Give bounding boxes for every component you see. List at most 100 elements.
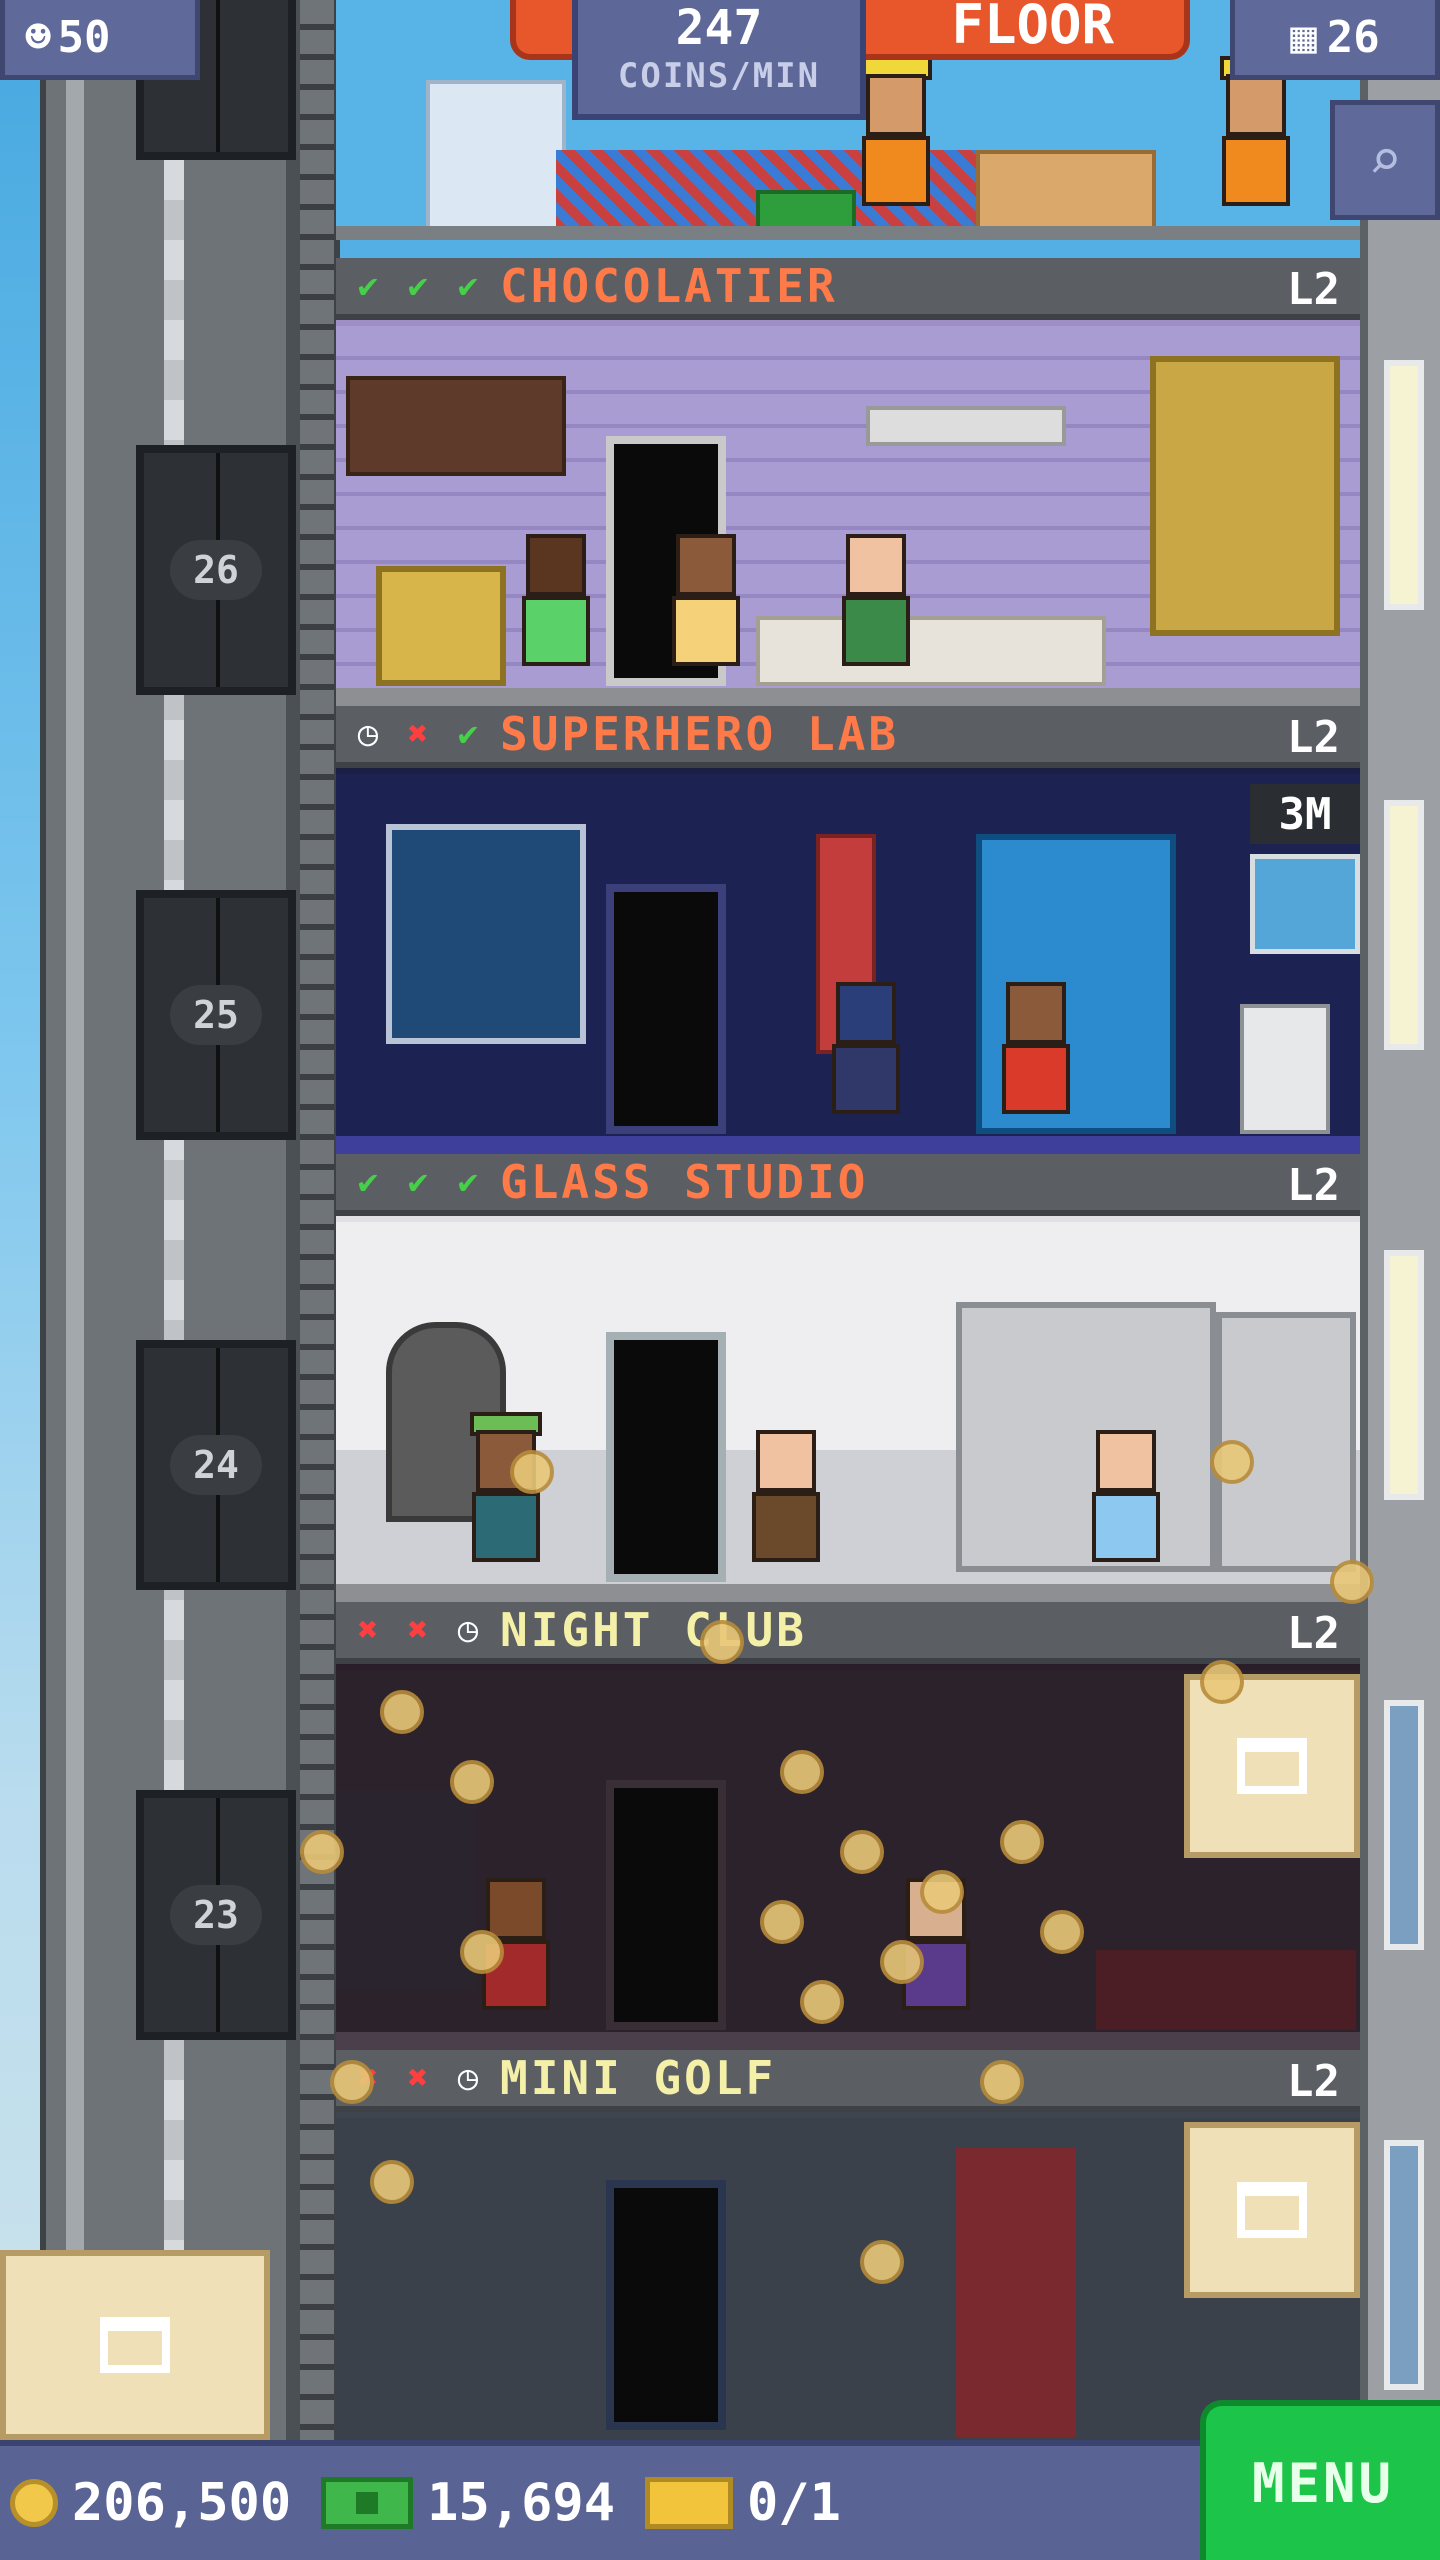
cross-icon: ✖ (407, 1610, 429, 1650)
search-floor-button[interactable]: ⌕ (1330, 100, 1440, 220)
elevator-cable (164, 0, 184, 2450)
bux-value: 15,694 (427, 2473, 615, 2533)
resident-body (472, 1492, 540, 1562)
bux-balance[interactable]: 15,694 (321, 2473, 615, 2533)
elevator-door-floor-24[interactable]: 24 (136, 1340, 296, 1590)
floor-superhero-lab[interactable]: ◷ ✖ ✔ SUPERHERO LAB L2 3M (336, 706, 1360, 1154)
check-icon: ✔ (407, 266, 429, 306)
window (1384, 1250, 1424, 1500)
coin-icon[interactable] (460, 1930, 504, 1974)
window (1384, 360, 1424, 610)
resident[interactable] (836, 534, 916, 684)
door (606, 1780, 726, 2030)
clock-icon: ◷ (457, 2058, 479, 2098)
lobby-crate-button[interactable] (0, 2250, 270, 2440)
ticket-balance[interactable]: 0/1 (645, 2473, 841, 2533)
crate-icon (100, 2317, 170, 2373)
check-icon: ✔ (357, 1162, 379, 1202)
floor-name: CHOCOLATIER (500, 259, 838, 313)
floor-slab (336, 1136, 1360, 1154)
coin-icon[interactable] (980, 2060, 1024, 2104)
glass-panel (426, 80, 566, 230)
chocolate-tank (1150, 356, 1340, 636)
construction-worker[interactable] (856, 56, 936, 224)
cross-icon: ✖ (407, 714, 429, 754)
floor-level: L2 (1287, 712, 1340, 763)
coin-icon[interactable] (920, 1870, 964, 1914)
bar-shelf (336, 1790, 476, 1990)
resident-body (752, 1492, 820, 1562)
stock-status: ✔ ✔ ✔ (346, 264, 490, 308)
room-interior (336, 1222, 1360, 1602)
floor-header: ✔ ✔ ✔ GLASS STUDIO L2 (336, 1154, 1360, 1216)
coin-icon[interactable] (330, 2060, 374, 2104)
coin-icon[interactable] (1330, 1560, 1374, 1604)
coin-icon[interactable] (700, 1620, 744, 1664)
window (1384, 800, 1424, 1050)
elevator-door-floor-23[interactable]: 23 (136, 1790, 296, 2040)
floor-name: MINI GOLF (500, 2051, 777, 2105)
floor-header: ✖ ✖ ◷ MINI GOLF L2 (336, 2050, 1360, 2112)
elevator-door-floor-26[interactable]: 26 (136, 445, 296, 695)
supply-crate-button[interactable] (1184, 2122, 1360, 2298)
coin-icon[interactable] (300, 1830, 344, 1874)
coin-icon[interactable] (840, 1830, 884, 1874)
coin-icon[interactable] (510, 1450, 554, 1494)
coin-icon[interactable] (780, 1750, 824, 1794)
worker-body (862, 136, 930, 206)
chocolate-shelf (346, 376, 566, 476)
resident-body (832, 1044, 900, 1114)
coin-icon[interactable] (860, 2240, 904, 2284)
floor-level: L2 (1287, 264, 1340, 315)
floor-counter[interactable]: ▦ 26 (1230, 0, 1440, 80)
ticket-value: 0/1 (747, 2473, 841, 2533)
resident-hero[interactable] (996, 982, 1076, 1132)
building-icon: ▦ (1290, 12, 1317, 63)
floor-level: L2 (1287, 1160, 1340, 1211)
coin-icon[interactable] (1200, 1660, 1244, 1704)
coins-balance[interactable]: 206,500 (10, 2473, 291, 2533)
coin-icon[interactable] (1000, 1820, 1044, 1864)
coin-icon[interactable] (1040, 1910, 1084, 1954)
room-interior (336, 326, 1360, 706)
coin-icon (10, 2479, 58, 2527)
resident[interactable] (666, 534, 746, 684)
floor-mini-golf[interactable]: ✖ ✖ ◷ MINI GOLF L2 (336, 2050, 1360, 2450)
check-icon: ✔ (457, 1162, 479, 1202)
resident-head (676, 534, 736, 596)
resident-delivery[interactable] (746, 1430, 826, 1580)
coin-icon[interactable] (800, 1980, 844, 2024)
resident-head (526, 534, 586, 596)
coin-icon[interactable] (1210, 1440, 1254, 1484)
floor-glass-studio[interactable]: ✔ ✔ ✔ GLASS STUDIO L2 (336, 1154, 1360, 1602)
resident-head (756, 1430, 816, 1492)
resident-head (1006, 982, 1066, 1044)
resident[interactable] (516, 534, 596, 684)
coin-icon[interactable] (370, 2160, 414, 2204)
population-counter[interactable]: ☻ 50 (0, 0, 200, 80)
building-edge (1360, 0, 1440, 2450)
chocolate-pot (376, 566, 506, 686)
resident-body (1002, 1044, 1070, 1114)
resident-head (846, 534, 906, 596)
person-icon: ☻ (25, 12, 52, 63)
supply-crate-button[interactable] (1184, 1674, 1360, 1858)
menu-button[interactable]: MENU (1200, 2400, 1440, 2560)
coin-icon[interactable] (450, 1760, 494, 1804)
coin-icon[interactable] (760, 1900, 804, 1944)
resident[interactable] (1086, 1430, 1166, 1580)
coin-icon[interactable] (880, 1940, 924, 1984)
floor-chocolatier[interactable]: ✔ ✔ ✔ CHOCOLATIER L2 (336, 258, 1360, 706)
construction-worker[interactable] (1216, 56, 1296, 224)
elevator-door-floor-25[interactable]: 25 (136, 890, 296, 1140)
top-hud: FLOOR ☻ 50 247 COINS/MIN ▦ 26 (0, 0, 1440, 120)
floor-number: 25 (170, 985, 262, 1045)
floor-header: ✔ ✔ ✔ CHOCOLATIER L2 (336, 258, 1360, 320)
clock-icon: ◷ (357, 714, 379, 754)
resident-bat-hero[interactable] (826, 982, 906, 1132)
coin-icon[interactable] (380, 1690, 424, 1734)
check-icon: ✔ (357, 266, 379, 306)
floor-name: NIGHT CLUB (500, 1603, 807, 1657)
elevator-shaft: 26 25 24 23 (40, 0, 340, 2450)
floor-level: L2 (1287, 2056, 1340, 2107)
